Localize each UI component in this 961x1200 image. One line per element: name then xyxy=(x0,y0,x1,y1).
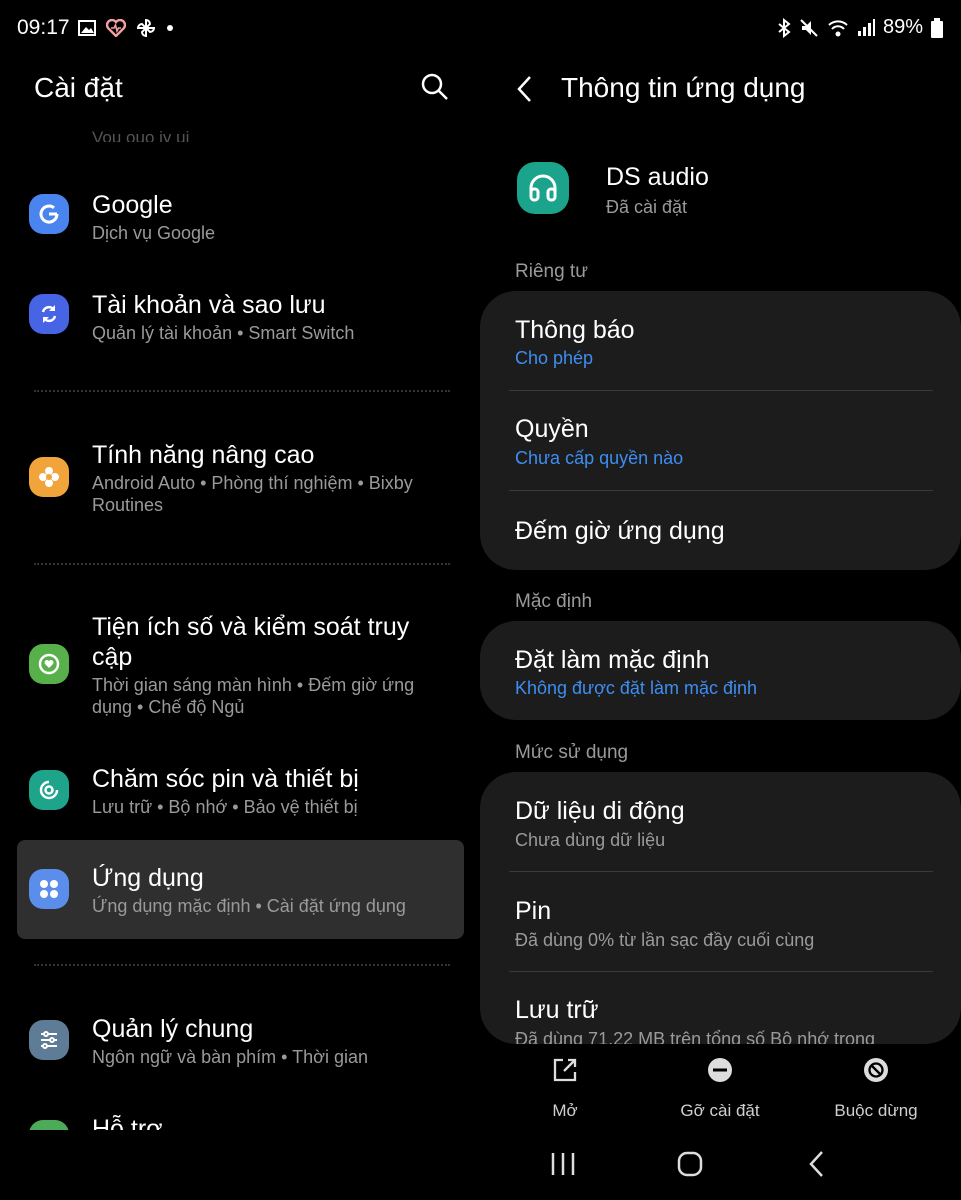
apps-icon xyxy=(29,869,69,909)
settings-item-title: Google xyxy=(92,191,173,219)
dot-icon xyxy=(167,25,173,31)
device-care-icon xyxy=(29,770,69,810)
pinwheel-icon xyxy=(136,18,156,38)
item-title: Đặt làm mặc định xyxy=(515,646,710,674)
uninstall-button[interactable]: Gỡ cài đặt xyxy=(650,1055,790,1121)
force-stop-button[interactable]: Buộc dừng xyxy=(806,1055,946,1121)
status-icons-left xyxy=(78,18,174,38)
item-title: Dữ liệu di động xyxy=(515,797,685,825)
google-icon xyxy=(29,194,69,234)
scrolled-item-subtitle: Vou ouo iy ui xyxy=(92,128,190,142)
back-nav-icon[interactable] xyxy=(797,1148,837,1180)
action-label: Buộc dừng xyxy=(834,1101,918,1120)
notifications-item[interactable]: Thông báo Cho phép xyxy=(480,291,961,390)
settings-item-title: Tài khoản và sao lưu xyxy=(92,291,326,319)
settings-item-support[interactable]: Hỗ trợ xyxy=(0,1104,480,1130)
recents-icon[interactable] xyxy=(543,1148,583,1180)
item-subtitle: Đã dùng 71,22 MB trên tổng số Bộ nhớ tro… xyxy=(515,1029,876,1044)
battery-item[interactable]: Pin Đã dùng 0% từ lần sạc đầy cuối cùng xyxy=(480,872,961,971)
battery-percent: 89% xyxy=(882,16,923,38)
battery-icon xyxy=(931,17,943,38)
defaults-card: Đặt làm mặc định Không được đặt làm mặc … xyxy=(480,621,961,720)
settings-item-apps[interactable]: Ứng dụng Ứng dụng mặc định • Cài đặt ứng… xyxy=(0,853,480,933)
item-subtitle: Chưa dùng dữ liệu xyxy=(515,830,666,850)
open-icon xyxy=(553,1058,577,1082)
gallery-icon xyxy=(78,20,96,36)
home-icon[interactable] xyxy=(670,1148,710,1180)
health-icon xyxy=(106,19,126,37)
action-label: Gỡ cài đặt xyxy=(680,1101,760,1120)
action-label: Mở xyxy=(552,1101,578,1120)
item-subtitle: Đã dùng 0% từ lần sạc đầy cuối cùng xyxy=(515,930,815,950)
divider xyxy=(34,964,450,966)
settings-item-title: Tính năng nâng cao xyxy=(92,441,315,469)
settings-item-subtitle: Android Auto • Phòng thí nghiệm • Bixby … xyxy=(92,473,413,515)
general-management-icon xyxy=(29,1020,69,1060)
open-button[interactable]: Mở xyxy=(495,1055,635,1121)
settings-item-subtitle: Ngôn ngữ và bàn phím • Thời gian xyxy=(92,1047,368,1067)
settings-item-subtitle: Dịch vụ Google xyxy=(92,223,216,243)
back-icon[interactable] xyxy=(510,72,540,106)
digital-wellbeing-icon xyxy=(29,644,69,684)
item-title: Lưu trữ xyxy=(515,996,599,1024)
settings-item-title: Hỗ trợ xyxy=(92,1115,163,1130)
item-title: Pin xyxy=(515,897,552,925)
settings-title: Cài đặt xyxy=(34,72,123,103)
signal-icon xyxy=(857,18,875,36)
status-icons-right: 89% xyxy=(777,16,943,39)
settings-item-subtitle: Thời gian sáng màn hình • Đếm giờ ứng dụ… xyxy=(92,675,415,717)
wifi-icon xyxy=(828,19,848,36)
privacy-card: Thông báo Cho phép Quyền Chưa cấp quyền … xyxy=(480,291,961,570)
permissions-item[interactable]: Quyền Chưa cấp quyền nào xyxy=(480,391,961,490)
settings-item-title: Chăm sóc pin và thiết bị xyxy=(92,765,359,793)
item-title: Thông báo xyxy=(515,316,635,344)
app-install-status: Đã cài đặt xyxy=(606,197,688,217)
mute-icon xyxy=(800,18,818,37)
force-stop-icon xyxy=(864,1058,888,1082)
app-name: DS audio xyxy=(606,163,709,191)
status-time: 09:17 xyxy=(17,16,70,39)
settings-item-subtitle: Quản lý tài khoản • Smart Switch xyxy=(92,323,355,343)
settings-item-advanced-features[interactable]: Tính năng nâng cao Android Auto • Phòng … xyxy=(0,430,480,530)
settings-item-device-care[interactable]: Chăm sóc pin và thiết bị Lưu trữ • Bộ nh… xyxy=(0,754,480,834)
mobile-data-item[interactable]: Dữ liệu di động Chưa dùng dữ liệu xyxy=(480,772,961,871)
section-header-privacy: Riêng tư xyxy=(515,261,588,282)
settings-item-subtitle: Ứng dụng mặc định • Cài đặt ứng dụng xyxy=(92,896,406,916)
app-info-title: Thông tin ứng dụng xyxy=(561,72,806,103)
usage-card: Dữ liệu di động Chưa dùng dữ liệu Pin Đã… xyxy=(480,772,961,1044)
item-title: Đếm giờ ứng dụng xyxy=(515,517,725,545)
uninstall-icon xyxy=(708,1058,732,1082)
item-subtitle: Cho phép xyxy=(515,348,594,368)
bluetooth-icon xyxy=(778,17,791,38)
advanced-features-icon xyxy=(29,457,69,497)
settings-item-subtitle: Lưu trữ • Bộ nhớ • Bảo vệ thiết bị xyxy=(92,797,358,817)
section-header-defaults: Mặc định xyxy=(515,591,593,612)
section-header-usage: Mức sử dụng xyxy=(515,742,629,763)
divider xyxy=(34,563,450,565)
settings-item-title: Quản lý chung xyxy=(92,1015,254,1043)
sync-icon xyxy=(29,294,69,334)
app-timer-item[interactable]: Đếm giờ ứng dụng xyxy=(480,491,961,570)
search-icon[interactable] xyxy=(420,72,450,102)
headphones-icon xyxy=(517,162,569,214)
settings-item-title: Tiện ích số và kiểm soát truy cập xyxy=(92,613,410,671)
item-title: Quyền xyxy=(515,415,589,443)
storage-item[interactable]: Lưu trữ Đã dùng 71,22 MB trên tổng số Bộ… xyxy=(480,972,961,1044)
set-as-default-item[interactable]: Đặt làm mặc định Không được đặt làm mặc … xyxy=(480,621,961,720)
settings-item-digital-wellbeing[interactable]: Tiện ích số và kiểm soát truy cập Thời g… xyxy=(0,602,480,732)
settings-item-google[interactable]: Google Dịch vụ Google xyxy=(0,180,480,260)
settings-item-general-management[interactable]: Quản lý chung Ngôn ngữ và bàn phím • Thờ… xyxy=(0,1004,480,1084)
settings-item-title: Ứng dụng xyxy=(92,864,204,892)
item-subtitle: Không được đặt làm mặc định xyxy=(515,678,757,698)
settings-item-accounts-backup[interactable]: Tài khoản và sao lưu Quản lý tài khoản •… xyxy=(0,280,480,360)
divider xyxy=(34,390,450,392)
support-icon xyxy=(29,1120,69,1130)
item-subtitle: Chưa cấp quyền nào xyxy=(515,448,684,468)
